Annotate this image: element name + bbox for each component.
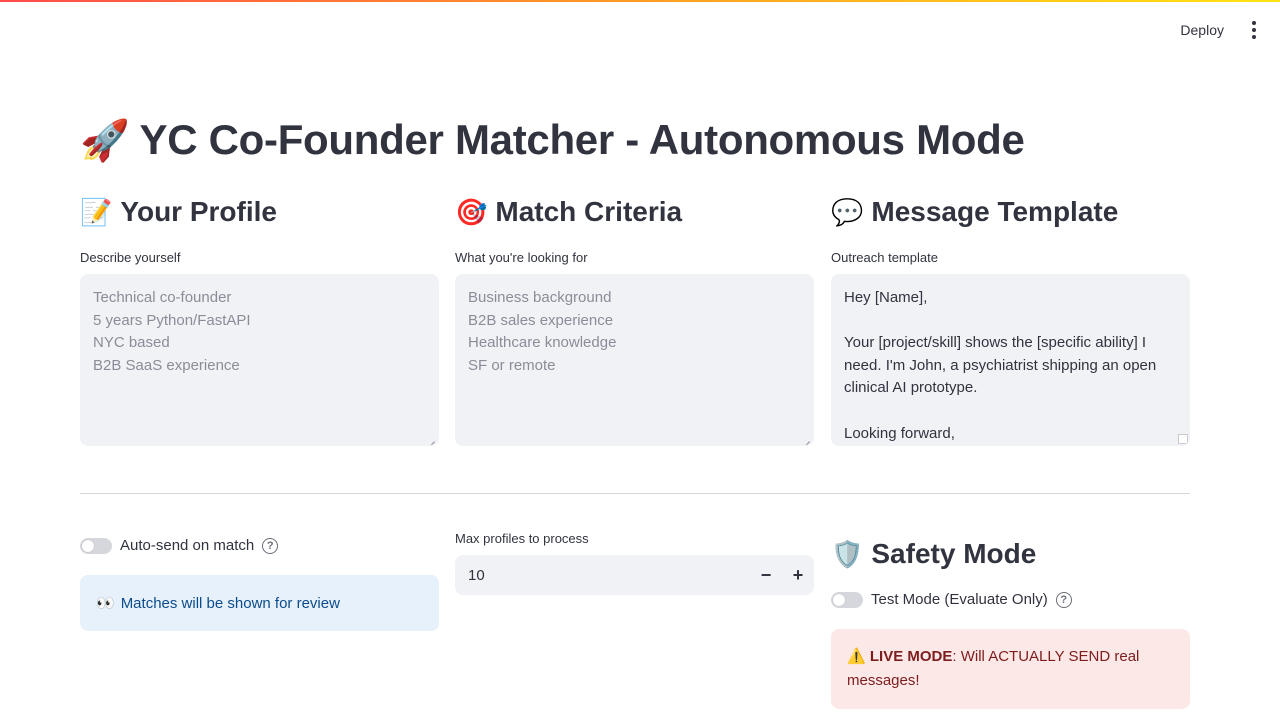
auto-send-toggle-row: Auto-send on match ? xyxy=(80,537,279,554)
safety-heading-text: Safety Mode xyxy=(871,538,1037,569)
criteria-heading: 🎯 Match Criteria xyxy=(455,196,682,228)
template-field-label: Outreach template xyxy=(831,250,938,265)
shield-icon: 🛡️ xyxy=(831,538,864,569)
kebab-menu-icon[interactable] xyxy=(1242,14,1266,46)
header-decoration-stripe xyxy=(0,0,1280,2)
resize-grip-icon[interactable] xyxy=(427,434,436,443)
test-mode-toggle-row: Test Mode (Evaluate Only) ? xyxy=(831,591,1072,608)
template-text-line: Looking forward, xyxy=(844,424,955,442)
template-heading: 💬 Message Template xyxy=(831,196,1118,228)
review-info-text: Matches will be shown for review xyxy=(120,594,340,612)
review-info-alert: 👀 Matches will be shown for review xyxy=(80,575,439,631)
safety-heading: 🛡️ Safety Mode xyxy=(831,538,1036,570)
profile-textarea[interactable]: Technical co-founder 5 years Python/Fast… xyxy=(80,274,439,446)
live-mode-warning-alert: ⚠️ LIVE MODE: Will ACTUALLY SEND real me… xyxy=(831,629,1190,709)
criteria-placeholder-line: SF or remote xyxy=(468,356,556,374)
deploy-button[interactable]: Deploy xyxy=(1176,16,1228,44)
section-divider xyxy=(80,493,1190,494)
profile-heading: 📝 Your Profile xyxy=(80,196,277,228)
resize-grip-icon[interactable] xyxy=(802,434,811,443)
rocket-icon: 🚀 xyxy=(80,118,130,163)
profile-heading-text: Your Profile xyxy=(120,196,277,227)
help-icon[interactable]: ? xyxy=(262,537,279,554)
decrement-button[interactable]: − xyxy=(750,555,782,595)
max-profiles-label: Max profiles to process xyxy=(455,531,589,546)
template-text-line: Hey [Name], xyxy=(844,289,928,306)
memo-icon: 📝 xyxy=(80,196,113,227)
criteria-placeholder-line: Healthcare knowledge xyxy=(468,334,617,352)
eyes-icon: 👀 xyxy=(96,595,115,612)
page-title: 🚀 YC Co-Founder Matcher - Autonomous Mod… xyxy=(80,116,1025,164)
criteria-field-label: What you're looking for xyxy=(455,250,588,265)
resize-grip-icon[interactable] xyxy=(1178,434,1188,444)
live-mode-label: LIVE MODE xyxy=(869,648,953,665)
help-icon[interactable]: ? xyxy=(1055,591,1072,608)
max-profiles-value[interactable]: 10 xyxy=(455,567,750,584)
auto-send-label: Auto-send on match xyxy=(120,537,255,554)
page-title-text: YC Co-Founder Matcher - Autonomous Mode xyxy=(139,116,1025,163)
profile-placeholder-line: B2B SaaS experience xyxy=(93,356,240,374)
criteria-textarea[interactable]: Business background B2B sales experience… xyxy=(455,274,814,446)
profile-field-label: Describe yourself xyxy=(80,250,181,265)
criteria-heading-text: Match Criteria xyxy=(495,196,683,227)
template-text-line: clinical AI prototype. xyxy=(844,379,978,397)
template-text-line: need. I'm John, a psychiatrist shipping … xyxy=(844,356,1157,374)
auto-send-toggle[interactable] xyxy=(80,537,112,554)
profile-placeholder-line: Technical co-founder xyxy=(93,289,232,306)
template-heading-text: Message Template xyxy=(871,196,1119,227)
warning-icon: ⚠️ xyxy=(847,648,866,665)
max-profiles-number-input: 10 − + xyxy=(455,555,814,595)
increment-button[interactable]: + xyxy=(782,555,814,595)
criteria-placeholder-line: Business background xyxy=(468,289,612,306)
template-text-line xyxy=(844,310,1177,333)
speech-bubble-icon: 💬 xyxy=(831,196,864,227)
template-textarea[interactable]: Hey [Name], Your [project/skill] shows t… xyxy=(831,274,1190,446)
target-icon: 🎯 xyxy=(455,196,488,227)
profile-placeholder-line: NYC based xyxy=(93,334,170,352)
template-text-line: Your [project/skill] shows the [specific… xyxy=(844,334,1147,352)
test-mode-label: Test Mode (Evaluate Only) xyxy=(871,591,1048,608)
template-text-line xyxy=(844,400,1177,423)
test-mode-toggle[interactable] xyxy=(831,591,863,608)
criteria-placeholder-line: B2B sales experience xyxy=(468,311,614,329)
app-toolbar: Deploy xyxy=(1176,14,1266,46)
profile-placeholder-line: 5 years Python/FastAPI xyxy=(93,311,251,329)
